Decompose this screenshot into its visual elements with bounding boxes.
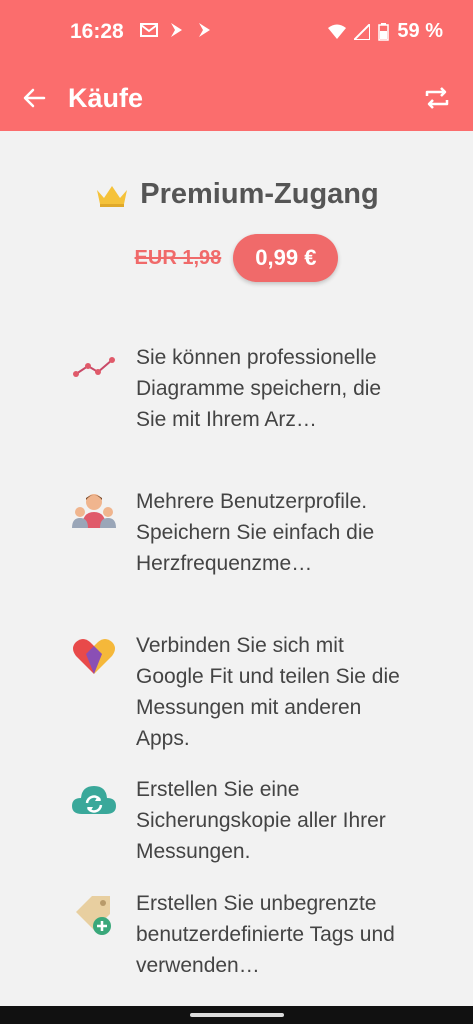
battery-icon <box>378 22 390 41</box>
app-bar: Käufe <box>0 64 473 131</box>
signal-icon <box>354 23 371 40</box>
feature-text: Erstellen Sie eine Sicherungskopie aller… <box>136 778 386 863</box>
feature-item: Verbinden Sie sich mit Google Fit und te… <box>70 630 450 754</box>
feature-text: Erstellen Sie unbegrenzte benutzerdefini… <box>136 892 395 977</box>
home-gesture-handle[interactable] <box>190 1013 284 1017</box>
back-arrow-icon[interactable] <box>18 82 50 114</box>
chart-line-icon <box>73 357 115 377</box>
old-price: EUR 1,98 <box>134 246 222 269</box>
premium-title: Premium-Zugang <box>140 178 379 210</box>
google-fit-heart-icon <box>73 639 115 674</box>
app-notification-icon <box>171 23 182 37</box>
notification-icons <box>140 21 214 39</box>
buy-price-button[interactable]: 0,99 € <box>233 234 339 282</box>
system-status: 59 % <box>328 20 443 43</box>
restore-purchases-icon[interactable] <box>421 82 453 114</box>
feature-text: Verbinden Sie sich mit Google Fit und te… <box>136 634 400 750</box>
price-row: EUR 1,98 0,99 € <box>0 234 473 282</box>
tag-add-icon <box>76 896 111 935</box>
users-icon <box>72 494 116 528</box>
wifi-icon <box>328 24 347 39</box>
page-title: Käufe <box>68 83 144 113</box>
navigation-bar <box>0 1006 473 1024</box>
feature-item: Mehrere Benutzerprofile. Speichern Sie e… <box>70 486 450 579</box>
mail-icon <box>140 23 158 37</box>
status-bar: 16:28 59 % <box>0 0 473 64</box>
status-time: 16:28 <box>70 20 124 43</box>
feature-item: Erstellen Sie unbegrenzte benutzerdefini… <box>70 888 450 981</box>
feature-item: Erstellen Sie eine Sicherungskopie aller… <box>70 774 450 867</box>
feature-item: Sie können professionelle Diagramme spei… <box>70 342 450 435</box>
battery-percent: 59 % <box>397 20 443 42</box>
feature-text: Mehrere Benutzerprofile. Speichern Sie e… <box>136 490 375 575</box>
crown-icon <box>97 185 128 207</box>
cloud-sync-icon <box>72 786 116 814</box>
premium-heading: Premium-Zugang <box>0 178 473 211</box>
app-notification-icon <box>199 23 210 37</box>
feature-text: Sie können professionelle Diagramme spei… <box>136 346 382 431</box>
